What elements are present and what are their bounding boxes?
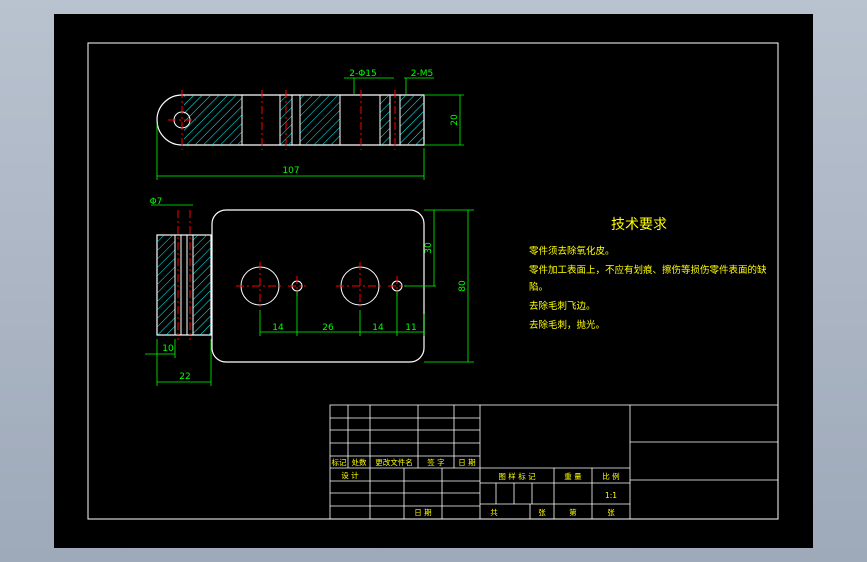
tb-design: 设 计	[341, 470, 359, 480]
hatch-zone	[300, 95, 340, 145]
dim-30: 30	[424, 242, 434, 254]
dim-14b: 14	[372, 323, 384, 333]
drawing-canvas[interactable]: 107 20 2-Φ15 2-M5 Φ7 10 22 14 26 14 11 3…	[54, 14, 813, 548]
tb-weight: 重 量	[564, 472, 582, 481]
tech-line: 去除毛刺飞边。	[529, 300, 596, 312]
tech-line: 陷。	[529, 281, 548, 293]
dim-height: 20	[450, 114, 460, 126]
drawing-sheet: 107 20 2-Φ15 2-M5 Φ7 10 22 14 26 14 11 3…	[54, 14, 813, 548]
dim-14a: 14	[272, 323, 284, 333]
dim-holes-m5: 2-M5	[411, 69, 433, 79]
tech-line: 零件须去除氧化皮。	[529, 245, 615, 257]
hatch-zone	[380, 95, 390, 145]
tb-file: 更改文件名	[375, 457, 413, 467]
tb-sign: 签 字	[427, 457, 444, 467]
tb-date2: 日 期	[414, 508, 431, 517]
hatch-zone	[400, 95, 424, 145]
hatch-zone	[157, 235, 175, 335]
dim-11: 11	[405, 323, 416, 333]
dim-holes-15: 2-Φ15	[349, 69, 377, 79]
tech-line: 零件加工表面上，不应有划痕、擦伤等损伤零件表面的缺	[529, 264, 767, 276]
dim-26: 26	[322, 323, 334, 333]
tb-stage: 图 样 标 记	[498, 471, 536, 481]
tb-sheet2: 张	[607, 508, 615, 517]
hatch-zone	[184, 95, 242, 145]
dim-length: 107	[282, 166, 299, 176]
tb-sheet1: 张	[538, 508, 546, 517]
cad-window: 107 20 2-Φ15 2-M5 Φ7 10 22 14 26 14 11 3…	[0, 0, 867, 562]
hatch-zone	[193, 235, 211, 335]
tb-total: 共	[490, 508, 498, 517]
dim-width-22: 22	[179, 372, 190, 382]
dim-pin: Φ7	[150, 197, 163, 207]
tech-title: 技术要求	[611, 217, 667, 233]
tb-count: 处数	[352, 457, 367, 467]
dim-80: 80	[458, 280, 468, 292]
tb-scale-value: 1:1	[605, 491, 617, 500]
tb-mark: 标记	[332, 457, 347, 467]
tb-date: 日 期	[458, 458, 475, 467]
dim-width-10: 10	[162, 344, 174, 354]
tb-page: 第	[569, 507, 577, 517]
tb-scale: 比 例	[602, 471, 619, 481]
tech-line: 去除毛刺，抛光。	[529, 319, 605, 331]
